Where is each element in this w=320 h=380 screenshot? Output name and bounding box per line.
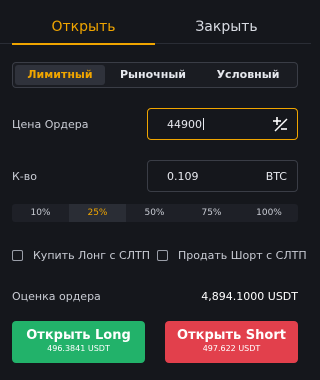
quantity-label: К-во [12,170,37,183]
checkbox-box [12,250,23,261]
quantity-unit: BTC [265,170,287,183]
open-short-button[interactable]: Открыть Short 497.622 USDT [165,321,298,363]
position-tabs: Открыть Закрыть [0,0,311,45]
plus-minus-icon[interactable] [272,116,288,132]
price-value: 44900 [167,118,202,131]
quantity-input[interactable]: 0.109 BTC [147,160,298,192]
order-type-selector: Лимитный Рыночный Условный [12,62,298,88]
order-estimate-value: 4,894.1000 USDT [201,290,298,303]
short-tpsl-checkbox[interactable]: Продать Шорт с СЛТП [157,248,307,264]
open-long-amount: 496.3841 USDT [47,344,110,353]
percent-100[interactable]: 100% [240,204,298,222]
text-caret [203,118,204,130]
percent-25[interactable]: 25% [69,204,126,222]
order-estimate-label: Оценка ордера [12,290,101,303]
short-tpsl-label: Продать Шорт с СЛТП [178,249,307,262]
open-short-amount: 497.622 USDT [202,344,261,353]
tab-close[interactable]: Закрыть [155,0,298,44]
price-label: Цена Ордера [12,118,89,131]
open-short-label: Открыть Short [177,328,286,343]
order-type-market[interactable]: Рыночный [107,65,199,85]
open-long-label: Открыть Long [26,328,131,343]
checkbox-box [157,250,168,261]
long-tpsl-checkbox[interactable]: Купить Лонг с СЛТП [12,248,152,264]
order-type-limit[interactable]: Лимитный [15,65,105,85]
percent-50[interactable]: 50% [126,204,183,222]
tab-open[interactable]: Открыть [12,0,155,45]
long-tpsl-label: Купить Лонг с СЛТП [33,249,151,262]
open-long-button[interactable]: Открыть Long 496.3841 USDT [12,321,145,363]
order-type-conditional[interactable]: Условный [201,65,295,85]
percent-selector: 10% 25% 50% 75% 100% [12,204,298,222]
percent-10[interactable]: 10% [12,204,69,222]
quantity-value: 0.109 [167,170,199,183]
price-input[interactable]: 44900 [147,108,298,140]
percent-75[interactable]: 75% [183,204,240,222]
